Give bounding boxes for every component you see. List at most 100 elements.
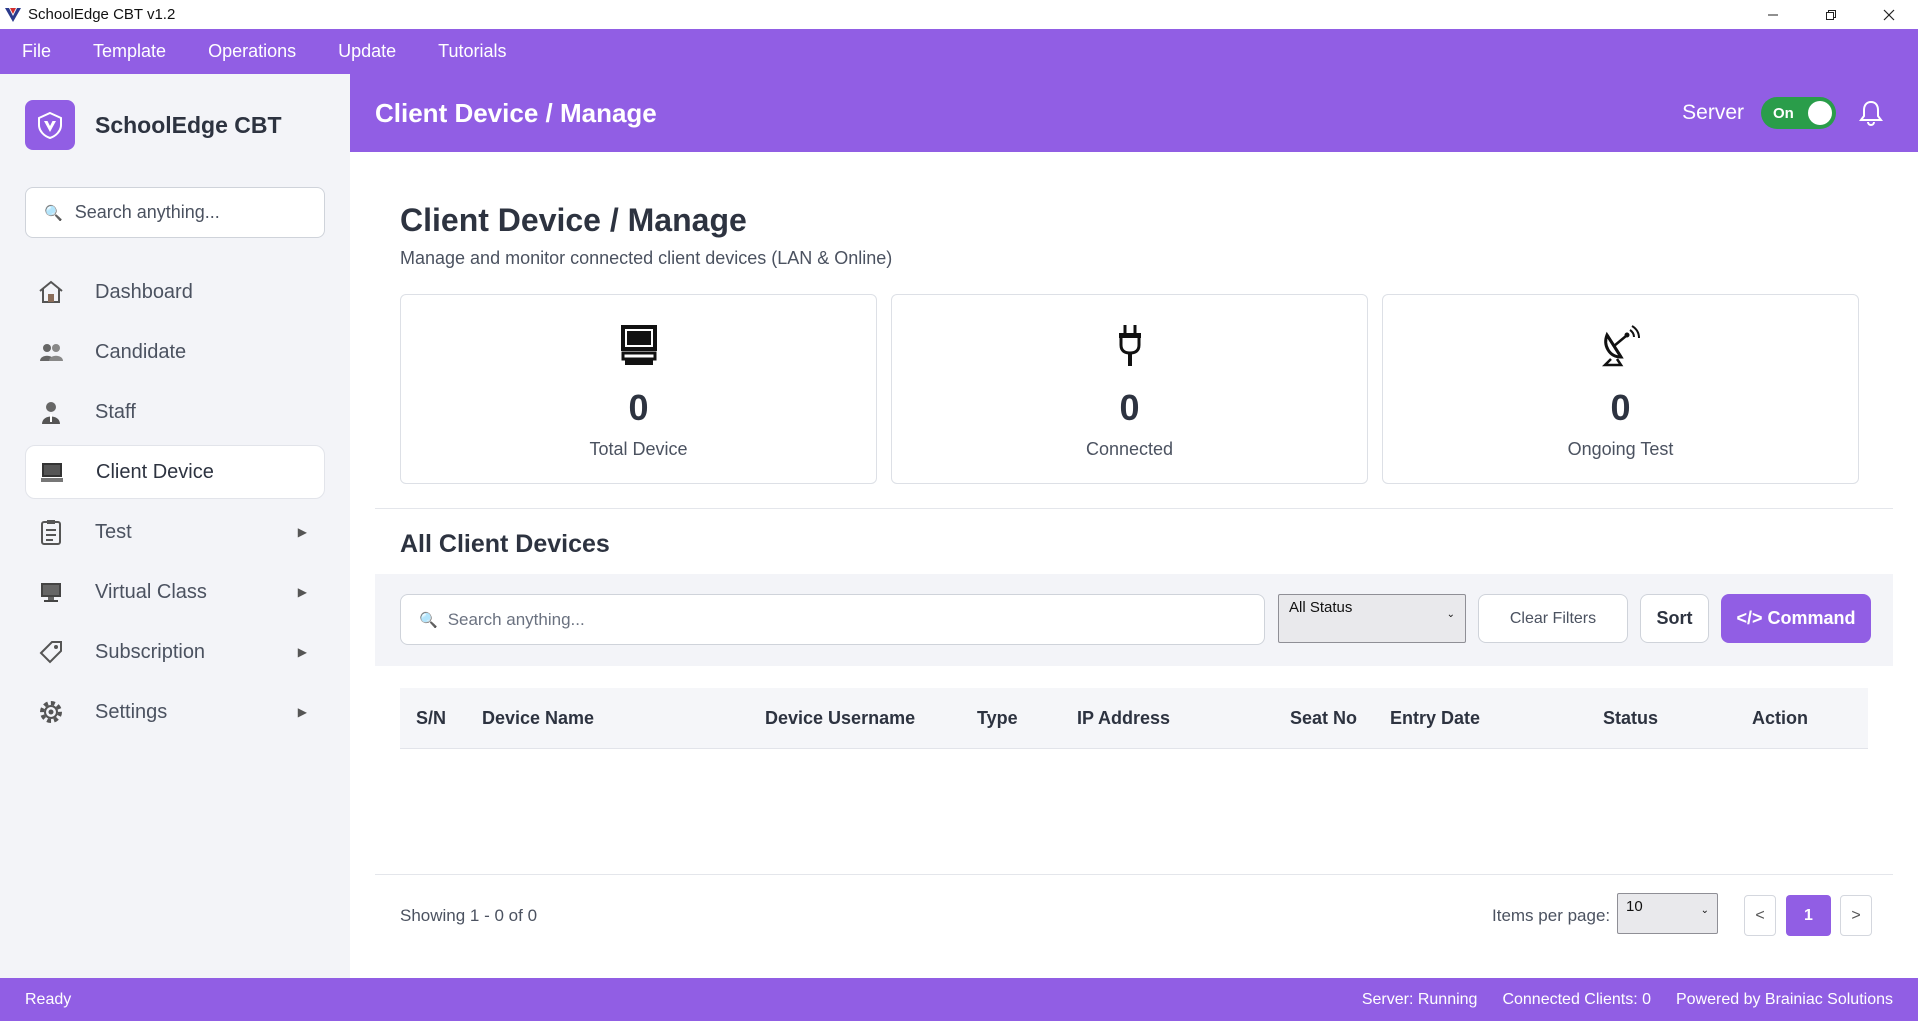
column-header-sn[interactable]: S/N [416, 708, 446, 729]
stat-label: Total Device [589, 439, 688, 459]
menu-template[interactable]: Template [93, 41, 166, 62]
search-icon: 🔍 [419, 611, 438, 629]
menu-bar: File Template Operations Update Tutorial… [0, 29, 1918, 74]
window-titlebar: SchoolEdge CBT v1.2 [0, 0, 1918, 29]
toggle-label: On [1773, 104, 1794, 122]
page-title: Client Device / Manage [400, 202, 747, 238]
server-toggle[interactable]: On [1761, 97, 1836, 129]
server-label: Server [1682, 101, 1744, 124]
status-right: Server: Running Connected Clients: 0 Pow… [1337, 991, 1893, 1009]
sidebar-item-subscription[interactable]: Subscription ▶ [25, 625, 325, 679]
device-search[interactable]: 🔍 [400, 594, 1265, 645]
clear-filters-button[interactable]: Clear Filters [1478, 594, 1628, 643]
main-content: Client Device / Manage Manage and monito… [350, 152, 1918, 978]
brand-name: SchoolEdge CBT [95, 111, 282, 138]
window-title: SchoolEdge CBT v1.2 [28, 6, 176, 23]
prev-page-button[interactable]: < [1744, 895, 1776, 936]
sidebar-item-label: Subscription [95, 640, 206, 663]
command-button[interactable]: </> Command [1721, 594, 1871, 643]
staff-icon [37, 398, 65, 426]
column-header-type[interactable]: Type [977, 708, 1018, 729]
devices-table-header: S/N Device Name Device Username Type IP … [400, 688, 1868, 749]
stat-label: Connected [1085, 439, 1174, 459]
sidebar-item-label: Dashboard [95, 280, 193, 303]
pagination-summary: Showing 1 - 0 of 0 [400, 906, 538, 925]
stat-value: 0 [1119, 387, 1140, 428]
close-icon [1883, 9, 1895, 20]
sidebar-item-label: Client Device [96, 460, 214, 483]
brand-logo-icon [25, 100, 75, 150]
items-per-page-label: Items per page: [1492, 906, 1611, 925]
column-header-action[interactable]: Action [1752, 708, 1808, 729]
stat-value: 0 [628, 387, 649, 428]
users-icon [37, 338, 65, 366]
gear-icon [37, 698, 65, 726]
sidebar-item-staff[interactable]: Staff [25, 385, 325, 439]
devices-section-title: All Client Devices [400, 530, 610, 558]
status-powered-by: Powered by Brainiac Solutions [1675, 990, 1893, 1008]
sidebar-item-test[interactable]: Test ▶ [25, 505, 325, 559]
items-per-page-select[interactable]: 10 ⌄ [1617, 893, 1718, 934]
column-header-entry-date[interactable]: Entry Date [1390, 708, 1480, 729]
close-button[interactable] [1860, 0, 1918, 29]
sidebar-item-client-device[interactable]: Client Device [25, 445, 325, 499]
status-filter-select[interactable]: All Status ⌄ [1278, 594, 1466, 643]
menu-operations[interactable]: Operations [208, 41, 296, 62]
menu-tutorials[interactable]: Tutorials [438, 41, 506, 62]
page-subtitle: Manage and monitor connected client devi… [400, 248, 893, 268]
bell-icon[interactable] [1856, 98, 1886, 128]
chevron-down-icon: ⌄ [1446, 609, 1455, 620]
minimize-icon [1768, 14, 1778, 15]
page-button-current[interactable]: 1 [1786, 895, 1831, 936]
sidebar-nav: Dashboard Candidate Staff Client Device … [25, 265, 325, 745]
column-header-device-name[interactable]: Device Name [482, 708, 594, 729]
sidebar-item-label: Candidate [95, 340, 187, 363]
caret-right-icon: ▶ [297, 705, 307, 719]
plug-icon [1118, 325, 1141, 366]
status-ready: Ready [25, 990, 72, 1008]
device-search-input[interactable] [447, 609, 1248, 630]
app-logo-icon [5, 7, 21, 22]
stat-label: Ongoing Test [1567, 439, 1674, 459]
column-header-device-username[interactable]: Device Username [765, 708, 915, 729]
caret-right-icon: ▶ [297, 525, 307, 539]
caret-right-icon: ▶ [297, 645, 307, 659]
column-header-ip-address[interactable]: IP Address [1077, 708, 1170, 729]
header-title: Client Device / Manage [375, 97, 657, 128]
toggle-knob [1808, 101, 1832, 125]
sidebar-search-input[interactable] [74, 202, 295, 223]
sidebar-item-candidate[interactable]: Candidate [25, 325, 325, 379]
menu-update[interactable]: Update [338, 41, 396, 62]
restore-icon [1826, 9, 1836, 20]
sidebar-item-label: Settings [95, 700, 168, 723]
caret-right-icon: ▶ [297, 585, 307, 599]
monitor-icon [37, 578, 65, 606]
computer-icon [38, 458, 66, 486]
minimize-button[interactable] [1744, 0, 1802, 29]
next-page-button[interactable]: > [1840, 895, 1872, 936]
sidebar-search[interactable]: 🔍 [25, 187, 325, 238]
sidebar: SchoolEdge CBT 🔍 Dashboard Candidate Sta… [0, 74, 350, 978]
status-server: Server: Running [1361, 990, 1478, 1008]
column-header-seat-no[interactable]: Seat No [1290, 708, 1357, 729]
section-divider [375, 508, 1893, 509]
table-footer-divider [375, 874, 1893, 875]
house-icon [37, 278, 65, 306]
status-filter-value: All Status [1289, 599, 1353, 616]
status-connected-clients: Connected Clients: 0 [1502, 990, 1651, 1008]
restore-button[interactable] [1802, 0, 1860, 29]
stat-card-total-device: 0 Total Device [400, 294, 877, 484]
chevron-down-icon: ⌄ [1700, 905, 1709, 916]
items-per-page-value: 10 [1626, 898, 1643, 915]
sidebar-item-settings[interactable]: Settings ▶ [25, 685, 325, 739]
sort-button[interactable]: Sort [1640, 594, 1709, 643]
sidebar-item-dashboard[interactable]: Dashboard [25, 265, 325, 319]
filter-bar: 🔍 All Status ⌄ Clear Filters Sort </> Co… [375, 574, 1893, 666]
stat-card-ongoing-test: 0 Ongoing Test [1382, 294, 1859, 484]
column-header-status[interactable]: Status [1603, 708, 1658, 729]
menu-file[interactable]: File [22, 41, 51, 62]
page-header: Client Device / Manage Server On [350, 74, 1918, 152]
brand: SchoolEdge CBT [25, 100, 282, 150]
tag-icon [37, 638, 65, 666]
sidebar-item-virtual-class[interactable]: Virtual Class ▶ [25, 565, 325, 619]
